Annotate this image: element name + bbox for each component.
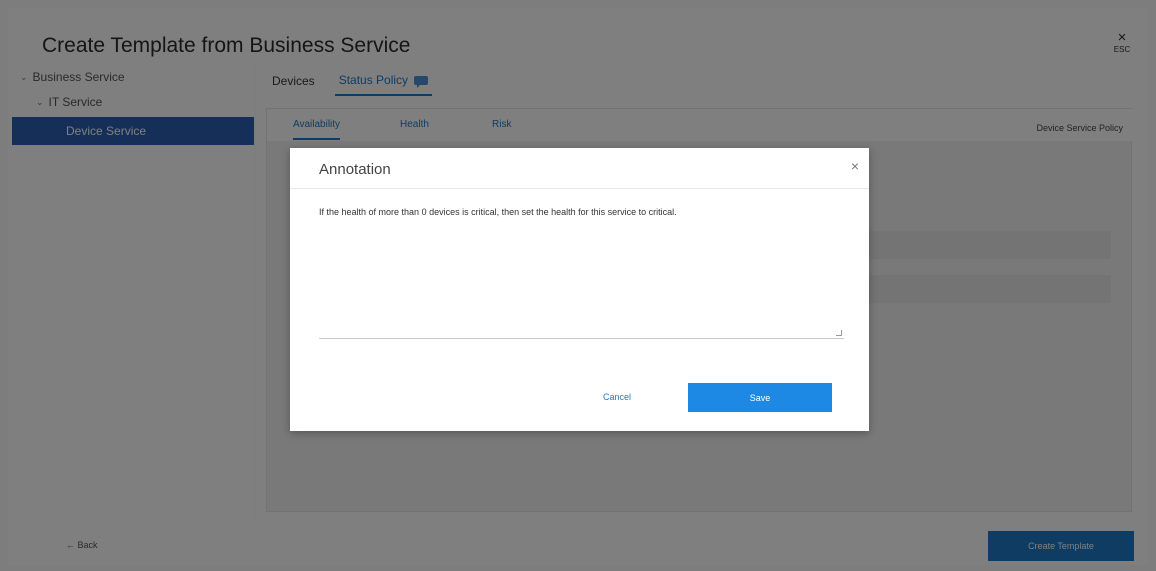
cancel-button[interactable]: Cancel bbox=[603, 392, 631, 402]
annotation-text: If the health of more than 0 devices is … bbox=[319, 207, 677, 217]
resize-handle-icon[interactable] bbox=[836, 330, 842, 336]
dialog-header: Annotation × bbox=[290, 148, 869, 189]
dialog-title: Annotation bbox=[319, 161, 391, 178]
close-icon[interactable]: × bbox=[848, 158, 862, 174]
annotation-textarea[interactable]: If the health of more than 0 devices is … bbox=[319, 207, 844, 339]
save-button[interactable]: Save bbox=[688, 383, 832, 412]
annotation-dialog: Annotation × If the health of more than … bbox=[290, 148, 869, 431]
